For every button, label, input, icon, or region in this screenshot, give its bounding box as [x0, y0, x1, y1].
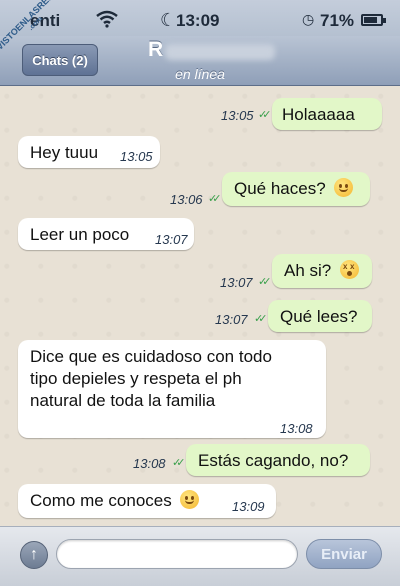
message-text: Dice que es cuidadoso con todo tipo depi… — [30, 347, 272, 410]
conversation-header: Chats (2) R en línea — [0, 36, 400, 86]
moon-icon: ☾ — [160, 10, 177, 30]
message-bubble-incoming[interactable]: Dice que es cuidadoso con todo tipo depi… — [18, 340, 326, 438]
contact-name[interactable]: R — [148, 38, 163, 62]
message-text: Qué lees? — [280, 307, 358, 326]
battery-icon — [361, 14, 386, 26]
message-time: 13:08 — [280, 421, 313, 436]
read-check-icon: ✓✓ — [258, 109, 272, 121]
message-bubble-outgoing[interactable]: Ah si? xx — [272, 254, 372, 288]
compose-bar: ↑ Enviar — [0, 526, 400, 586]
message-time: 13:05 — [120, 149, 153, 164]
message-bubble-outgoing[interactable]: Qué lees? — [268, 300, 372, 332]
message-text: Holaaaaa — [282, 105, 355, 124]
message-time: 13:07 — [155, 232, 188, 247]
read-check-icon: ✓✓ — [258, 276, 272, 288]
read-check-icon: ✓✓ — [254, 313, 268, 325]
message-list[interactable]: Holaaaaa 13:05 ✓✓ Hey tuuu 13:05 Qué hac… — [0, 86, 400, 526]
battery-percent: 71% — [320, 11, 355, 30]
wifi-icon — [96, 10, 118, 33]
message-text: Ah si? — [284, 261, 332, 280]
shocked-emoji-icon: xx — [339, 260, 359, 279]
message-time: 13:07 — [215, 312, 248, 327]
message-time: 13:07 — [220, 275, 253, 290]
message-bubble-outgoing[interactable]: Estás cagando, no? — [186, 444, 370, 476]
smile-emoji-icon — [334, 178, 354, 197]
message-text: Como me conoces — [30, 491, 172, 510]
message-text: Leer un poco — [30, 225, 130, 244]
message-time: 13:09 — [232, 499, 265, 514]
message-bubble-outgoing[interactable]: Qué haces? — [222, 172, 370, 206]
message-bubble-incoming[interactable]: Hey tuuu 13:05 — [18, 136, 160, 168]
blush-emoji-icon — [180, 490, 200, 509]
read-check-icon: ✓✓ — [172, 457, 186, 469]
message-bubble-incoming[interactable]: Leer un poco 13:07 — [18, 218, 194, 250]
message-bubble-outgoing[interactable]: Holaaaaa — [272, 98, 382, 130]
contact-name-blur — [165, 44, 275, 60]
read-check-icon: ✓✓ — [208, 193, 222, 205]
message-time: 13:08 — [133, 456, 166, 471]
message-text: Estás cagando, no? — [198, 451, 349, 470]
message-input[interactable] — [56, 539, 298, 569]
message-time: 13:05 — [221, 108, 254, 123]
alarm-icon: ◷ — [302, 11, 315, 27]
contact-status: en línea — [175, 66, 225, 82]
message-bubble-incoming[interactable]: Como me conoces 13:09 — [18, 484, 276, 518]
message-text: Hey tuuu — [30, 143, 99, 162]
message-time: 13:06 — [170, 192, 203, 207]
send-button[interactable]: Enviar — [306, 539, 382, 569]
status-time: 13:09 — [176, 11, 220, 30]
message-text: Qué haces? — [234, 179, 326, 198]
upload-arrow-icon[interactable]: ↑ — [20, 541, 48, 569]
